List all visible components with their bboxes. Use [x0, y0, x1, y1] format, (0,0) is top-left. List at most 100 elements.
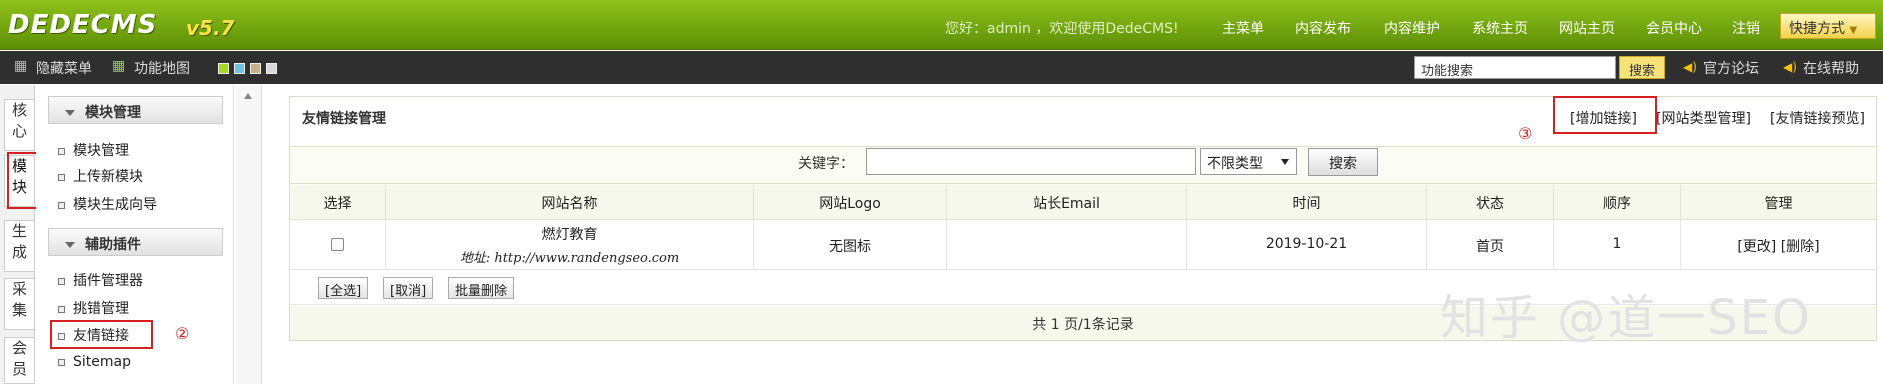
tab-core[interactable]: 核心 [4, 99, 34, 151]
col-header-status: 状态 [1427, 185, 1554, 220]
top-header: DEDECMS v5.7 您好：admin ，欢迎使用DedeCMS! 主菜单 … [0, 0, 1883, 50]
scroll-up-icon[interactable] [244, 93, 252, 99]
logo-version: v5.7 [186, 16, 235, 40]
menu-item-label: Sitemap [73, 354, 131, 370]
table-cell-site-name: 燃灯教育地址: http://www.randengseo.com [386, 220, 754, 270]
menu-item-label: 上传新模块 [73, 169, 143, 185]
row-manage-links[interactable]: [更改] [删除] [1681, 236, 1876, 256]
quick-menu-button[interactable]: 快捷方式 ▼ [1780, 13, 1876, 39]
nav-site-home[interactable]: 网站主页 [1559, 18, 1615, 38]
help-link[interactable]: 在线帮助 [1803, 58, 1859, 78]
theme-gray-swatch[interactable] [266, 63, 277, 74]
search-button[interactable]: 搜索 [1308, 148, 1378, 176]
site-type-manage-link[interactable]: [网站类型管理] [1656, 108, 1751, 128]
nav-system-home[interactable]: 系统主页 [1472, 18, 1528, 38]
select-all-button[interactable]: [全选] [318, 277, 369, 299]
highlight-box-friend-links [50, 320, 153, 349]
menu-section-module-manage[interactable]: 模块管理 [48, 96, 223, 124]
type-select[interactable]: 不限类型 [1200, 148, 1297, 175]
table-cell-order: 1 [1554, 220, 1681, 270]
menu-splitter[interactable] [236, 85, 262, 384]
menu-item-module-wizard[interactable]: 模块生成向导 [58, 194, 157, 214]
col-header-time: 时间 [1187, 185, 1427, 220]
bullet-icon [58, 173, 65, 181]
site-status: 首页 [1476, 239, 1504, 255]
bullet-icon [58, 305, 65, 313]
tab-member-label-1: 会 [11, 339, 27, 357]
tab-collect-label-1: 采 [11, 280, 27, 298]
batch-delete-button[interactable]: 批量删除 [448, 277, 515, 299]
logo: DEDECMS [8, 10, 158, 40]
menu-item-error-manage[interactable]: 挑错管理 [58, 298, 129, 318]
table-cell-status: 首页 [1427, 220, 1554, 270]
tab-generate[interactable]: 生成 [4, 220, 34, 272]
function-search-button[interactable]: 搜索 [1619, 56, 1665, 79]
nav-content-publish[interactable]: 内容发布 [1295, 18, 1351, 38]
menu-item-sitemap[interactable]: Sitemap [58, 354, 131, 370]
chevron-down-icon: ▼ [1849, 25, 1858, 36]
theme-green-swatch[interactable] [218, 63, 229, 74]
col-header-email: 站长Email [947, 185, 1187, 220]
tab-member-label-2: 员 [11, 360, 27, 378]
menu-section-title: 辅助插件 [85, 237, 141, 253]
menu-item-module-manage[interactable]: 模块管理 [58, 140, 129, 160]
site-url: 地址: http://www.randengseo.com [459, 251, 680, 266]
keyword-label: 关键字： [798, 156, 854, 172]
menu-item-plugin-manager[interactable]: 插件管理器 [58, 270, 143, 290]
table-cell-manage: [更改] [删除] [1681, 220, 1876, 270]
chevron-down-icon [1281, 159, 1289, 165]
tab-member[interactable]: 会员 [4, 337, 34, 384]
nav-main-menu[interactable]: 主菜单 [1222, 18, 1264, 38]
nav-content-maintain[interactable]: 内容维护 [1384, 18, 1440, 38]
forum-link[interactable]: 官方论坛 [1703, 58, 1759, 78]
type-select-value: 不限类型 [1207, 156, 1263, 172]
module-tabs: 核心 模块 生成 采集 会员 [0, 85, 35, 384]
tab-generate-label-1: 生 [11, 222, 27, 240]
keyword-input[interactable] [866, 148, 1196, 175]
collapse-triangle-icon [65, 242, 75, 248]
theme-brown-swatch[interactable] [250, 63, 261, 74]
hide-menu-link[interactable]: 隐藏菜单 [36, 58, 92, 78]
bullet-icon [58, 201, 65, 209]
quick-menu-label: 快捷方式 [1789, 21, 1845, 37]
sitemap-link[interactable]: 功能地图 [134, 58, 190, 78]
site-order: 1 [1612, 236, 1622, 252]
tab-generate-label-2: 成 [11, 243, 27, 261]
col-header-site-name: 网站名称 [386, 185, 754, 220]
table-cell-logo: 无图标 [754, 220, 947, 270]
collapse-triangle-icon [65, 110, 75, 116]
nav-member-center[interactable]: 会员中心 [1646, 18, 1702, 38]
tab-core-label-1: 核 [11, 101, 27, 119]
nav-logout[interactable]: 注销 [1732, 18, 1760, 38]
col-header-logo: 网站Logo [754, 185, 947, 220]
menu-item-upload-module[interactable]: 上传新模块 [58, 166, 143, 186]
row-checkbox[interactable] [331, 238, 344, 251]
menu-item-label: 插件管理器 [73, 273, 143, 289]
link-preview-link[interactable]: [友情链接预览] [1770, 108, 1865, 128]
cancel-select-button[interactable]: [取消] [383, 277, 434, 299]
bullet-icon [58, 277, 65, 285]
hide-menu-icon: ▦ [14, 58, 28, 74]
theme-blue-swatch[interactable] [234, 63, 245, 74]
forum-icon: ◀) [1683, 60, 1697, 74]
highlight-box-add-link [1553, 96, 1657, 134]
bullet-icon [58, 147, 65, 155]
tab-core-label-2: 心 [11, 122, 27, 140]
function-search-input[interactable]: 功能搜索 [1414, 56, 1616, 79]
site-name: 燃灯教育 [541, 227, 598, 243]
site-logo-text: 无图标 [829, 239, 871, 255]
help-icon: ◀) [1783, 60, 1797, 74]
menu-item-label: 挑错管理 [73, 301, 129, 317]
table-cell-email [947, 220, 1187, 270]
annotation-3: ③ [1518, 124, 1533, 143]
menu-section-plugins[interactable]: 辅助插件 [48, 228, 223, 256]
sitemap-icon: ▦ [112, 58, 126, 74]
col-header-order: 顺序 [1554, 185, 1681, 220]
table-cell-select [290, 220, 386, 270]
bullet-icon [58, 358, 65, 366]
site-time: 2019-10-21 [1265, 236, 1348, 252]
menu-item-label: 模块生成向导 [73, 197, 157, 213]
menu-section-title: 模块管理 [85, 105, 141, 121]
tab-collect[interactable]: 采集 [4, 278, 34, 330]
greeting-text: 您好：admin ，欢迎使用DedeCMS! [945, 21, 1179, 37]
